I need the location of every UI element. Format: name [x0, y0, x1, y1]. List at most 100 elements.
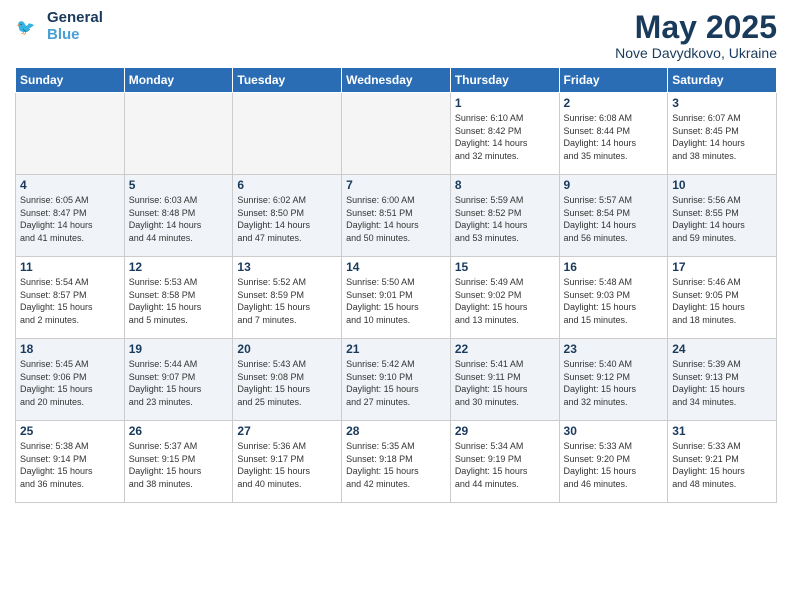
- day-number: 10: [672, 178, 772, 192]
- day-number: 27: [237, 424, 337, 438]
- weekday-header-thursday: Thursday: [450, 68, 559, 93]
- day-info: Sunrise: 5:44 AM Sunset: 9:07 PM Dayligh…: [129, 358, 229, 408]
- calendar-cell: 26 Sunrise: 5:37 AM Sunset: 9:15 PM Dayli…: [124, 421, 233, 503]
- weekday-header-sunday: Sunday: [16, 68, 125, 93]
- day-number: 16: [564, 260, 664, 274]
- logo: 🐦 General Blue: [15, 10, 103, 43]
- day-number: 4: [20, 178, 120, 192]
- day-info: Sunrise: 5:35 AM Sunset: 9:18 PM Dayligh…: [346, 440, 446, 490]
- day-info: Sunrise: 6:00 AM Sunset: 8:51 PM Dayligh…: [346, 194, 446, 244]
- calendar-cell: 7 Sunrise: 6:00 AM Sunset: 8:51 PM Daylig…: [342, 175, 451, 257]
- calendar-cell: 14Sunrise: 5:50 AM Sunset: 9:01 PM Dayli…: [342, 257, 451, 339]
- calendar-cell: 27 Sunrise: 5:36 AM Sunset: 9:17 PM Dayli…: [233, 421, 342, 503]
- day-number: 24: [672, 342, 772, 356]
- day-number: 30: [564, 424, 664, 438]
- day-info: Sunrise: 5:43 AM Sunset: 9:08 PM Dayligh…: [237, 358, 337, 408]
- calendar-cell: 23Sunrise: 5:40 AM Sunset: 9:12 PM Dayli…: [559, 339, 668, 421]
- logo-icon: 🐦: [15, 13, 43, 41]
- calendar-week-2: 4 Sunrise: 6:05 AM Sunset: 8:47 PM Daylig…: [16, 175, 777, 257]
- day-number: 21: [346, 342, 446, 356]
- day-info: Sunrise: 5:42 AM Sunset: 9:10 PM Dayligh…: [346, 358, 446, 408]
- calendar-cell: 13Sunrise: 5:52 AM Sunset: 8:59 PM Dayli…: [233, 257, 342, 339]
- day-info: Sunrise: 5:54 AM Sunset: 8:57 PM Dayligh…: [20, 276, 120, 326]
- day-info: Sunrise: 5:40 AM Sunset: 9:12 PM Dayligh…: [564, 358, 664, 408]
- calendar-cell: 22 Sunrise: 5:41 AM Sunset: 9:11 PM Dayli…: [450, 339, 559, 421]
- day-info: Sunrise: 5:56 AM Sunset: 8:55 PM Dayligh…: [672, 194, 772, 244]
- calendar-cell: 30Sunrise: 5:33 AM Sunset: 9:20 PM Dayli…: [559, 421, 668, 503]
- day-number: 28: [346, 424, 446, 438]
- day-number: 3: [672, 96, 772, 110]
- day-number: 29: [455, 424, 555, 438]
- day-info: Sunrise: 6:03 AM Sunset: 8:48 PM Dayligh…: [129, 194, 229, 244]
- page-container: 🐦 General Blue May 2025 Nove Davydkovo, …: [0, 0, 792, 508]
- day-info: Sunrise: 5:39 AM Sunset: 9:13 PM Dayligh…: [672, 358, 772, 408]
- day-info: Sunrise: 5:53 AM Sunset: 8:58 PM Dayligh…: [129, 276, 229, 326]
- day-info: Sunrise: 6:02 AM Sunset: 8:50 PM Dayligh…: [237, 194, 337, 244]
- calendar-cell: 5 Sunrise: 6:03 AM Sunset: 8:48 PM Daylig…: [124, 175, 233, 257]
- day-number: 17: [672, 260, 772, 274]
- day-info: Sunrise: 5:36 AM Sunset: 9:17 PM Dayligh…: [237, 440, 337, 490]
- calendar-cell: 29 Sunrise: 5:34 AM Sunset: 9:19 PM Dayli…: [450, 421, 559, 503]
- day-info: Sunrise: 5:50 AM Sunset: 9:01 PM Dayligh…: [346, 276, 446, 326]
- calendar-cell: 6 Sunrise: 6:02 AM Sunset: 8:50 PM Daylig…: [233, 175, 342, 257]
- day-number: 5: [129, 178, 229, 192]
- day-info: Sunrise: 5:45 AM Sunset: 9:06 PM Dayligh…: [20, 358, 120, 408]
- calendar-cell: 4 Sunrise: 6:05 AM Sunset: 8:47 PM Daylig…: [16, 175, 125, 257]
- weekday-header-monday: Monday: [124, 68, 233, 93]
- day-info: Sunrise: 6:05 AM Sunset: 8:47 PM Dayligh…: [20, 194, 120, 244]
- day-info: Sunrise: 5:59 AM Sunset: 8:52 PM Dayligh…: [455, 194, 555, 244]
- calendar-cell: 31 Sunrise: 5:33 AM Sunset: 9:21 PM Dayli…: [668, 421, 777, 503]
- day-number: 11: [20, 260, 120, 274]
- weekday-header-row: SundayMondayTuesdayWednesdayThursdayFrid…: [16, 68, 777, 93]
- day-info: Sunrise: 5:41 AM Sunset: 9:11 PM Dayligh…: [455, 358, 555, 408]
- day-info: Sunrise: 5:37 AM Sunset: 9:15 PM Dayligh…: [129, 440, 229, 490]
- day-info: Sunrise: 5:57 AM Sunset: 8:54 PM Dayligh…: [564, 194, 664, 244]
- day-number: 1: [455, 96, 555, 110]
- day-number: 26: [129, 424, 229, 438]
- day-number: 18: [20, 342, 120, 356]
- calendar-cell: 1 Sunrise: 6:10 AM Sunset: 8:42 PM Daylig…: [450, 93, 559, 175]
- calendar-week-1: 1 Sunrise: 6:10 AM Sunset: 8:42 PM Daylig…: [16, 93, 777, 175]
- calendar-cell: [233, 93, 342, 175]
- day-number: 22: [455, 342, 555, 356]
- calendar-table: SundayMondayTuesdayWednesdayThursdayFrid…: [15, 67, 777, 503]
- day-info: Sunrise: 5:33 AM Sunset: 9:21 PM Dayligh…: [672, 440, 772, 490]
- day-number: 2: [564, 96, 664, 110]
- calendar-cell: 10 Sunrise: 5:56 AM Sunset: 8:55 PM Dayli…: [668, 175, 777, 257]
- day-number: 25: [20, 424, 120, 438]
- day-number: 20: [237, 342, 337, 356]
- calendar-week-3: 11 Sunrise: 5:54 AM Sunset: 8:57 PM Dayli…: [16, 257, 777, 339]
- month-title: May 2025: [615, 10, 777, 45]
- day-number: 6: [237, 178, 337, 192]
- calendar-cell: 16 Sunrise: 5:48 AM Sunset: 9:03 PM Dayli…: [559, 257, 668, 339]
- calendar-cell: 15 Sunrise: 5:49 AM Sunset: 9:02 PM Dayli…: [450, 257, 559, 339]
- day-info: Sunrise: 6:10 AM Sunset: 8:42 PM Dayligh…: [455, 112, 555, 162]
- weekday-header-friday: Friday: [559, 68, 668, 93]
- weekday-header-tuesday: Tuesday: [233, 68, 342, 93]
- day-number: 31: [672, 424, 772, 438]
- day-info: Sunrise: 5:48 AM Sunset: 9:03 PM Dayligh…: [564, 276, 664, 326]
- calendar-cell: 9Sunrise: 5:57 AM Sunset: 8:54 PM Daylig…: [559, 175, 668, 257]
- day-info: Sunrise: 6:07 AM Sunset: 8:45 PM Dayligh…: [672, 112, 772, 162]
- title-block: May 2025 Nove Davydkovo, Ukraine: [615, 10, 777, 61]
- calendar-cell: 21 Sunrise: 5:42 AM Sunset: 9:10 PM Dayli…: [342, 339, 451, 421]
- weekday-header-wednesday: Wednesday: [342, 68, 451, 93]
- subtitle: Nove Davydkovo, Ukraine: [615, 45, 777, 61]
- calendar-cell: 11 Sunrise: 5:54 AM Sunset: 8:57 PM Dayli…: [16, 257, 125, 339]
- calendar-week-5: 25Sunrise: 5:38 AM Sunset: 9:14 PM Dayli…: [16, 421, 777, 503]
- day-info: Sunrise: 5:46 AM Sunset: 9:05 PM Dayligh…: [672, 276, 772, 326]
- calendar-cell: 20 Sunrise: 5:43 AM Sunset: 9:08 PM Dayli…: [233, 339, 342, 421]
- day-number: 8: [455, 178, 555, 192]
- day-info: Sunrise: 6:08 AM Sunset: 8:44 PM Dayligh…: [564, 112, 664, 162]
- calendar-cell: 12Sunrise: 5:53 AM Sunset: 8:58 PM Dayli…: [124, 257, 233, 339]
- calendar-cell: [124, 93, 233, 175]
- day-number: 19: [129, 342, 229, 356]
- calendar-cell: 25Sunrise: 5:38 AM Sunset: 9:14 PM Dayli…: [16, 421, 125, 503]
- day-number: 15: [455, 260, 555, 274]
- day-number: 7: [346, 178, 446, 192]
- calendar-cell: 28 Sunrise: 5:35 AM Sunset: 9:18 PM Dayli…: [342, 421, 451, 503]
- day-number: 13: [237, 260, 337, 274]
- calendar-cell: 8 Sunrise: 5:59 AM Sunset: 8:52 PM Daylig…: [450, 175, 559, 257]
- day-info: Sunrise: 5:49 AM Sunset: 9:02 PM Dayligh…: [455, 276, 555, 326]
- day-info: Sunrise: 5:34 AM Sunset: 9:19 PM Dayligh…: [455, 440, 555, 490]
